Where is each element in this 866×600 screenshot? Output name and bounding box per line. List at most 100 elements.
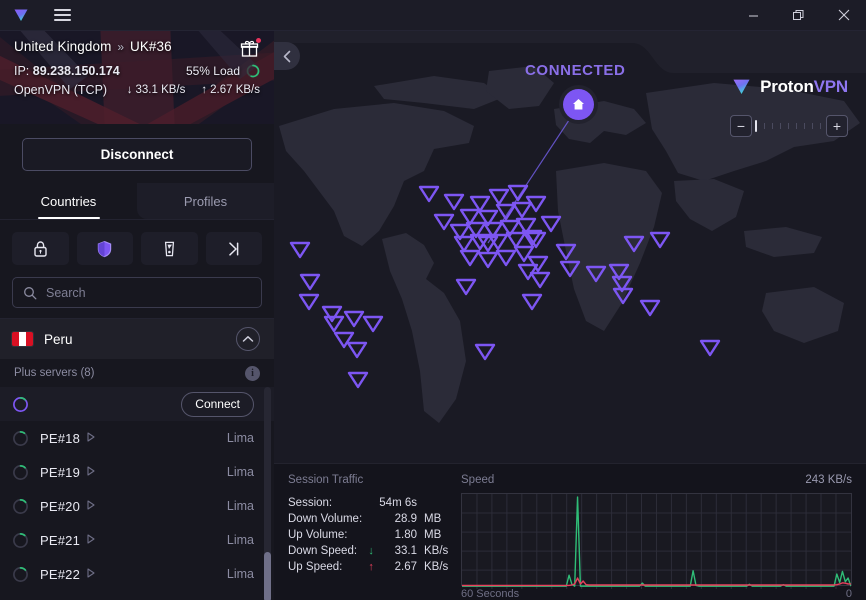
speed-chart-max-label: 243 KB/s	[805, 474, 852, 486]
row-label: Up Speed:	[288, 561, 343, 573]
list-item[interactable]: Connect	[0, 387, 274, 421]
row-value: 1.80	[394, 529, 417, 541]
hamburger-menu-icon[interactable]	[49, 4, 75, 26]
search-icon	[24, 286, 37, 299]
scrollbar-thumb[interactable]	[264, 552, 271, 600]
brand-proton-text: Proton	[760, 76, 814, 96]
server-load-ring-icon	[13, 464, 28, 480]
row-label: Up Volume:	[288, 529, 348, 541]
row-value: 33.1	[394, 545, 417, 557]
down-arrow-icon: ↓	[368, 545, 374, 557]
row-unit: MB	[424, 529, 442, 541]
ip-label: IP:	[14, 64, 30, 78]
server-city: Lima	[226, 499, 254, 513]
statistics-panel: Session Traffic Session: 54m 6s Down Vol…	[274, 463, 866, 600]
title-bar	[0, 0, 866, 31]
row-unit: MB	[424, 513, 442, 525]
speed-chart-title: Speed	[461, 474, 495, 486]
plus-servers-header: Plus servers (8) i	[0, 359, 274, 387]
p2p-arrow-icon	[229, 241, 239, 256]
netshield-button[interactable]	[76, 232, 133, 265]
down-arrow-icon: ↓	[126, 84, 133, 96]
chart-xlabel-right: 0	[845, 588, 852, 600]
tab-profiles[interactable]: Profiles	[137, 183, 274, 219]
map-zoom-control[interactable]: − +	[730, 115, 848, 137]
separator-icon: »	[117, 40, 125, 54]
brand-vpn-text: VPN	[813, 76, 849, 96]
scrollbar[interactable]	[264, 387, 271, 600]
country-collapse-button[interactable]	[236, 327, 260, 351]
gift-icon[interactable]	[240, 38, 261, 59]
minimize-button[interactable]	[731, 0, 776, 31]
row-arrow	[364, 495, 378, 511]
chevron-up-icon	[242, 336, 254, 342]
download-speed-indicator: ↓ 33.1 KB/s	[127, 84, 186, 96]
server-city: Lima	[226, 567, 254, 581]
connected-country-name: United Kingdom	[14, 39, 112, 54]
table-row: Down Speed: ↓ 33.1 KB/s	[288, 543, 456, 559]
home-pin-icon[interactable]	[563, 89, 594, 120]
server-load-ring-icon	[13, 396, 28, 412]
tor-button[interactable]	[141, 232, 198, 265]
peru-flag-icon	[12, 332, 33, 346]
server-name: PE#21	[40, 532, 81, 548]
chevron-left-icon	[283, 50, 290, 62]
connect-button[interactable]: Connect	[181, 391, 254, 417]
session-traffic-title: Session Traffic	[288, 474, 364, 486]
secure-core-button[interactable]	[12, 232, 69, 265]
list-item[interactable]: PE#22 Lima	[0, 557, 274, 591]
play-icon[interactable]	[87, 466, 95, 478]
disconnect-button[interactable]: Disconnect	[22, 138, 252, 171]
row-label: Session:	[288, 497, 333, 509]
close-button[interactable]	[821, 0, 866, 31]
search-input[interactable]	[46, 285, 251, 300]
table-row: Session: 54m 6s	[288, 495, 456, 511]
session-traffic-table: Session: 54m 6s Down Volume: 28.9 MB Up …	[288, 495, 456, 575]
list-item[interactable]: PE#21 Lima	[0, 523, 274, 557]
zoom-in-button[interactable]: +	[826, 115, 848, 137]
info-icon[interactable]: i	[245, 365, 260, 381]
connected-server-name: UK#36	[129, 39, 172, 54]
table-row: Up Volume: 1.80 MB	[288, 527, 456, 543]
play-icon[interactable]	[87, 534, 95, 546]
protonvpn-window: CONNECTED ProtonVPN − + Session Traffic …	[0, 0, 866, 600]
play-icon[interactable]	[87, 432, 95, 444]
zoom-slider-track[interactable]	[752, 115, 826, 137]
notification-dot	[256, 38, 261, 43]
play-icon[interactable]	[87, 500, 95, 512]
upload-speed-indicator: ↑ 2.67 KB/s	[201, 84, 260, 96]
server-load-ring-icon	[246, 64, 260, 78]
server-load-ring-icon	[13, 532, 28, 548]
row-value: 2.67	[394, 561, 417, 573]
proton-logo-icon	[10, 4, 32, 26]
row-label: Down Volume:	[288, 513, 363, 525]
tab-countries[interactable]: Countries	[0, 183, 137, 219]
server-load-ring-icon	[13, 430, 28, 446]
p2p-button[interactable]	[205, 232, 262, 265]
list-item[interactable]: PE#19 Lima	[0, 455, 274, 489]
plus-servers-label: Plus servers (8)	[14, 367, 95, 379]
chart-xlabel-left: 60 Seconds	[461, 588, 520, 600]
list-item[interactable]: PE#18 Lima	[0, 421, 274, 455]
zoom-slider-thumb[interactable]	[755, 120, 757, 132]
server-load-ring-icon	[13, 566, 28, 582]
connection-status-label: CONNECTED	[525, 62, 626, 79]
protocol-label: OpenVPN (TCP)	[14, 83, 108, 97]
server-city: Lima	[226, 431, 254, 445]
download-speed-value: 33.1 KB/s	[135, 84, 186, 96]
up-arrow-icon: ↑	[368, 561, 374, 573]
server-load-ring-icon	[13, 498, 28, 514]
upload-speed-value: 2.67 KB/s	[210, 84, 260, 96]
session-traffic-section: Session Traffic Session: 54m 6s Down Vol…	[288, 474, 456, 600]
country-group-peru[interactable]: Peru	[0, 319, 274, 359]
zoom-out-button[interactable]: −	[730, 115, 752, 137]
list-item[interactable]: PE#20 Lima	[0, 489, 274, 523]
server-city: Lima	[226, 533, 254, 547]
sidebar-tabs: Countries Profiles	[0, 183, 274, 219]
table-row: Up Speed: ↑ 2.67 KB/s	[288, 559, 456, 575]
play-icon[interactable]	[87, 568, 95, 580]
row-arrow	[364, 511, 378, 527]
search-box[interactable]	[12, 277, 262, 308]
speed-chart	[461, 493, 852, 590]
restore-button[interactable]	[776, 0, 821, 31]
